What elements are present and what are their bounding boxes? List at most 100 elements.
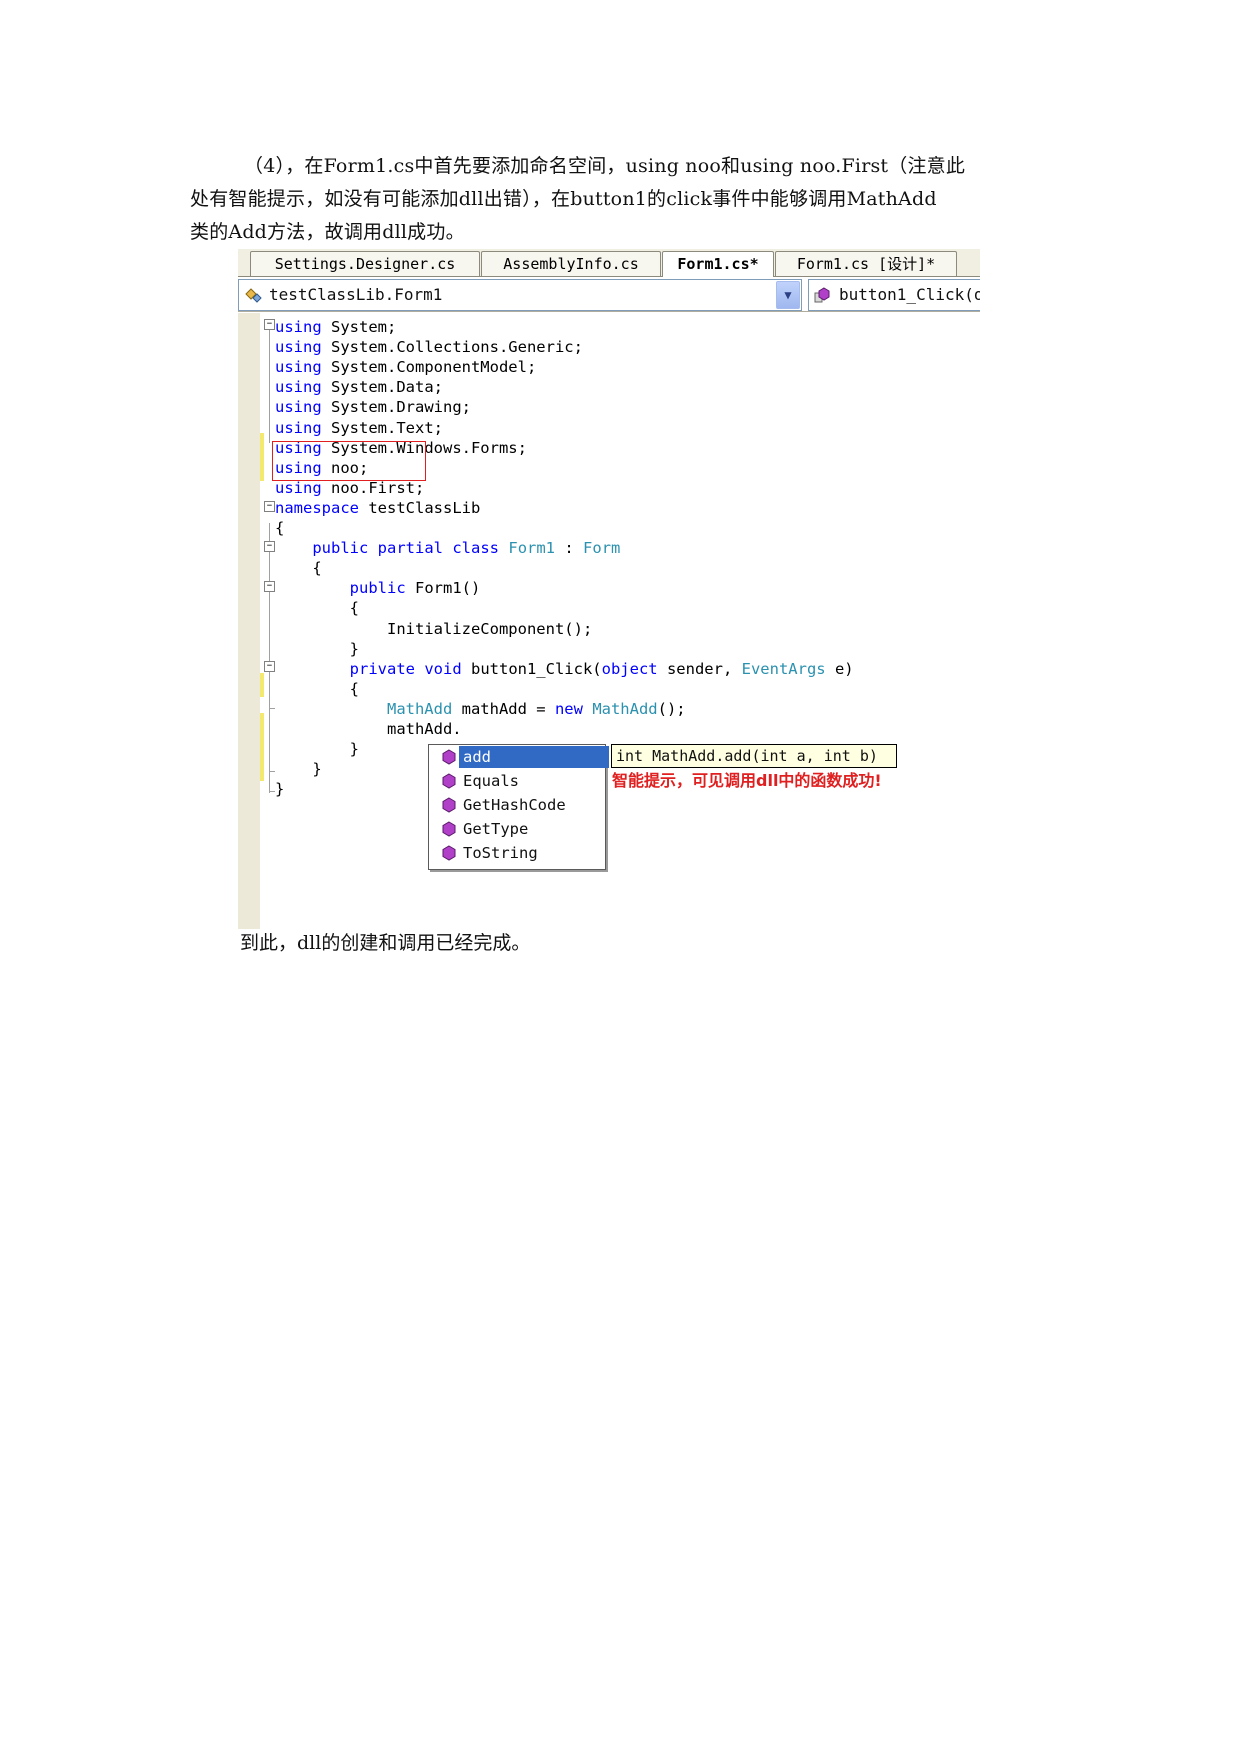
member-dropdown-value: button1_Click(o bbox=[839, 285, 980, 304]
code-line: { bbox=[275, 518, 284, 538]
intellisense-item-label: GetType bbox=[463, 820, 529, 838]
code-keyword: using bbox=[275, 478, 322, 497]
code-line: using System.Collections.Generic; bbox=[275, 337, 583, 357]
code-keyword: using bbox=[275, 318, 322, 336]
code-editor[interactable]: − − − − − using System; using System.Coll… bbox=[238, 313, 980, 929]
highlight-box bbox=[272, 441, 426, 481]
code-text: sender, bbox=[657, 659, 742, 678]
code-keyword: private bbox=[349, 659, 415, 678]
code-text: { bbox=[275, 679, 359, 698]
code-keyword: using bbox=[275, 418, 322, 437]
intellisense-item-gethashcode[interactable]: GetHashCode bbox=[429, 794, 605, 816]
code-text: InitializeComponent(); bbox=[275, 619, 593, 638]
tab-assemblyinfo[interactable]: AssemblyInfo.cs bbox=[481, 251, 661, 276]
code-line: mathAdd. bbox=[275, 719, 462, 739]
code-keyword: void bbox=[424, 659, 462, 678]
code-text: e) bbox=[825, 659, 854, 678]
collapse-icon[interactable]: − bbox=[264, 581, 275, 592]
intro-line-1: （4），在Form1.cs中首先要添加命名空间，using noo和using … bbox=[244, 155, 966, 177]
intellisense-item-label: ToString bbox=[463, 844, 538, 862]
code-text: System.Collections.Generic; bbox=[321, 338, 583, 357]
code-line: using System.ComponentModel; bbox=[275, 357, 536, 377]
code-text: } bbox=[275, 740, 359, 759]
method-icon bbox=[442, 749, 456, 765]
code-type: Form bbox=[583, 539, 621, 558]
code-line: { bbox=[275, 598, 359, 618]
code-line: { bbox=[275, 679, 359, 699]
intellisense-item-gettype[interactable]: GetType bbox=[429, 818, 605, 840]
code-text: button1_Click( bbox=[461, 659, 602, 678]
member-dropdown[interactable]: button1_Click(o bbox=[808, 279, 980, 311]
intro-line-3: 类的Add方法，故调用dll成功。 bbox=[190, 221, 465, 243]
code-line: using System.Data; bbox=[275, 377, 443, 397]
collapse-icon[interactable]: − bbox=[264, 319, 275, 330]
outline-line bbox=[269, 523, 270, 793]
collapse-icon[interactable]: − bbox=[264, 541, 275, 552]
code-line: using System.Drawing; bbox=[275, 397, 471, 417]
tab-form1-code[interactable]: Form1.cs* bbox=[662, 251, 774, 278]
intellisense-item-label: add bbox=[459, 746, 609, 768]
intro-paragraph: （4），在Form1.cs中首先要添加命名空间，using noo和using … bbox=[190, 150, 1060, 249]
code-text: { bbox=[275, 559, 322, 578]
code-text: { bbox=[275, 599, 359, 618]
code-keyword: public bbox=[349, 579, 406, 598]
code-line: using System.Text; bbox=[275, 418, 443, 438]
code-text: } bbox=[275, 780, 285, 799]
chevron-down-icon[interactable]: ▼ bbox=[776, 281, 800, 309]
code-text: testClassLib bbox=[359, 498, 481, 517]
change-marker bbox=[260, 673, 264, 697]
tab-settings-designer[interactable]: Settings.Designer.cs bbox=[250, 251, 480, 276]
code-text: System; bbox=[321, 318, 397, 336]
intellisense-item-add[interactable]: add bbox=[429, 746, 609, 768]
code-line: private void button1_Click(object sender… bbox=[275, 659, 854, 679]
code-text: } bbox=[275, 760, 322, 779]
tab-form1-design[interactable]: Form1.cs [设计]* bbox=[775, 251, 957, 276]
code-text: (); bbox=[657, 699, 686, 718]
ide-screenshot: Settings.Designer.cs AssemblyInfo.cs For… bbox=[238, 249, 980, 929]
intellisense-item-label: Equals bbox=[463, 772, 519, 790]
intro-line-2: 处有智能提示，如没有可能添加dll出错），在button1的click事件中能够… bbox=[190, 188, 937, 210]
code-line: } bbox=[275, 739, 359, 759]
code-line: MathAdd mathAdd = new MathAdd(); bbox=[275, 699, 686, 719]
code-keyword: using bbox=[275, 398, 322, 417]
code-text: noo.First; bbox=[321, 478, 425, 497]
code-type: Form1 bbox=[508, 539, 556, 558]
code-keyword: using bbox=[275, 338, 322, 357]
document-tabbar: Settings.Designer.cs AssemblyInfo.cs For… bbox=[238, 249, 980, 278]
code-text: System.Drawing; bbox=[321, 398, 471, 417]
class-icon bbox=[245, 288, 262, 303]
intellisense-item-tostring[interactable]: ToString bbox=[429, 842, 605, 864]
code-text: mathAdd = bbox=[452, 699, 555, 718]
code-line: } bbox=[275, 639, 359, 659]
outline-line bbox=[269, 323, 270, 443]
collapse-icon[interactable]: − bbox=[264, 661, 275, 672]
code-line: using System; bbox=[275, 317, 396, 337]
intellisense-list[interactable]: add Equals GetHashCode GetType ToString bbox=[428, 744, 609, 870]
change-marker bbox=[260, 433, 264, 481]
method-icon bbox=[814, 287, 830, 303]
intellisense-item-equals[interactable]: Equals bbox=[429, 770, 605, 792]
code-keyword: namespace bbox=[275, 498, 359, 517]
closing-paragraph: 到此，dll的创建和调用已经完成。 bbox=[240, 932, 531, 954]
code-keyword: new bbox=[554, 699, 583, 718]
code-text: mathAdd. bbox=[275, 720, 462, 738]
code-keyword: class bbox=[452, 539, 500, 558]
code-keyword: using bbox=[275, 358, 322, 377]
code-line: InitializeComponent(); bbox=[275, 619, 592, 639]
code-line: { bbox=[275, 558, 322, 578]
code-text: { bbox=[275, 519, 285, 537]
code-text: : bbox=[555, 539, 584, 558]
code-type: MathAdd bbox=[386, 699, 453, 718]
intellisense-item-label: GetHashCode bbox=[463, 796, 566, 814]
navigation-bar: testClassLib.Form1 ▼ button1_Click(o bbox=[238, 277, 980, 312]
code-keyword: object bbox=[601, 659, 658, 678]
class-dropdown[interactable]: testClassLib.Form1 ▼ bbox=[238, 279, 802, 311]
code-type: MathAdd bbox=[592, 699, 658, 718]
collapse-icon[interactable]: − bbox=[264, 501, 275, 512]
